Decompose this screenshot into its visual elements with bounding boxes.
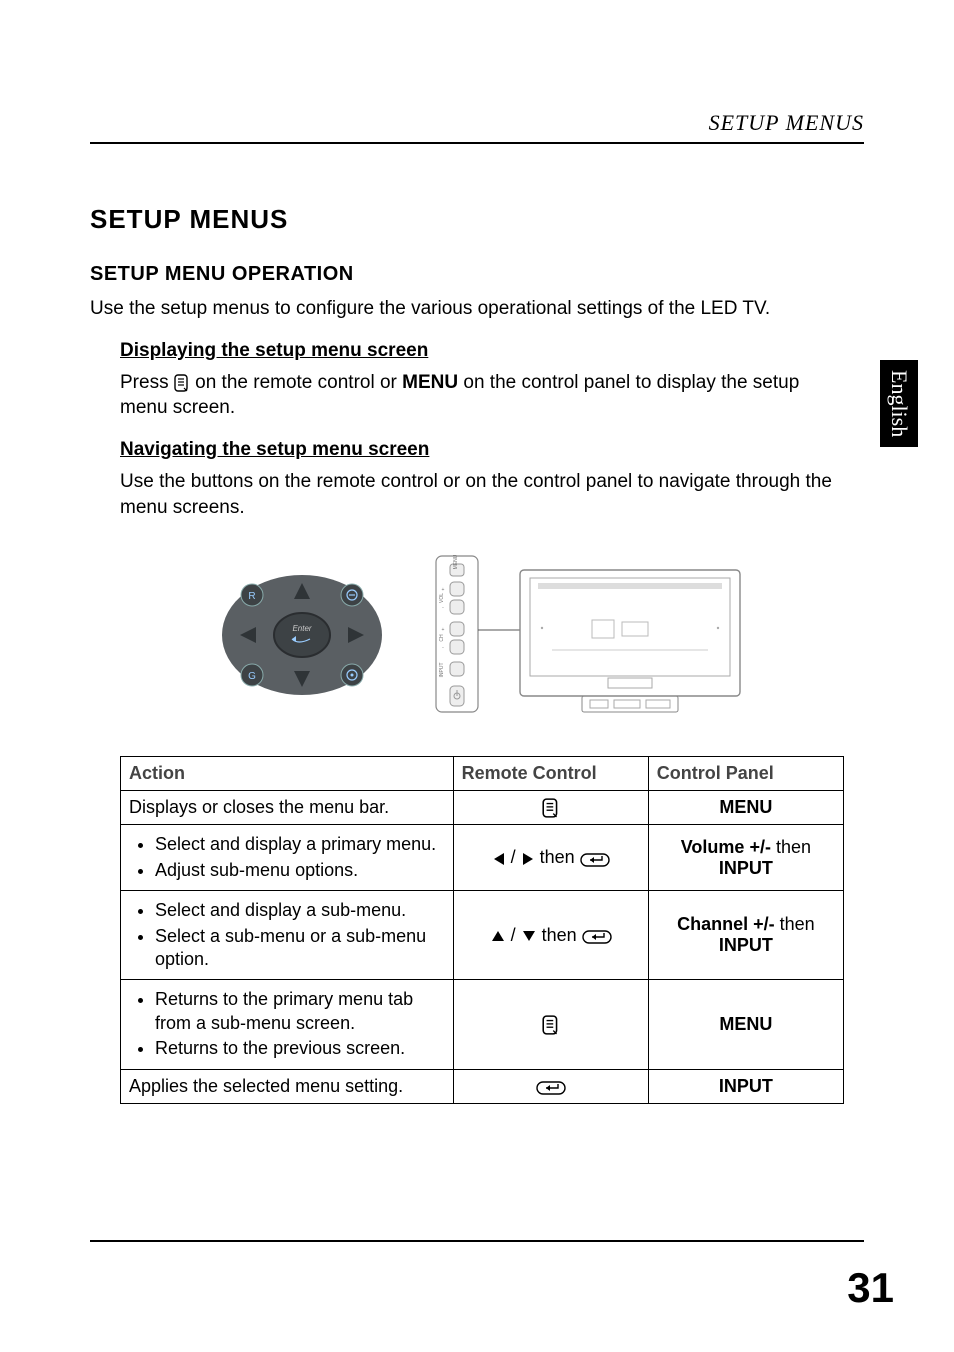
header-rule: [90, 142, 864, 144]
action-item: Returns to the primary menu tab from a s…: [155, 988, 439, 1035]
remote-cell: [453, 980, 648, 1069]
illustration-row: Enter R G: [120, 550, 844, 720]
footer-rule: [90, 1240, 864, 1242]
svg-text:+: +: [442, 627, 445, 633]
svg-text:Enter: Enter: [292, 624, 311, 633]
svg-text:G: G: [248, 671, 256, 682]
remote-cell: / then: [453, 891, 648, 980]
action-item: Returns to the previous screen.: [155, 1037, 439, 1060]
step2-heading: Navigating the setup menu screen: [120, 439, 844, 461]
th-action: Action: [121, 757, 454, 791]
action-cell: Returns to the primary menu tab from a s…: [121, 980, 454, 1069]
th-panel: Control Panel: [648, 757, 843, 791]
enter-icon: [582, 925, 612, 945]
panel-cell: Volume +/- then INPUT: [648, 825, 843, 891]
enter-icon: [580, 847, 610, 867]
svg-text:INPUT: INPUT: [439, 663, 445, 678]
enter-icon: [536, 1076, 566, 1096]
svg-text:CH: CH: [439, 634, 445, 642]
control-panel-illustration: MENU + VOL - + CH - INPUT: [432, 550, 752, 720]
action-cell: Displays or closes the menu bar.: [121, 791, 454, 825]
svg-text:VOL: VOL: [439, 593, 445, 603]
svg-text:MENU: MENU: [453, 554, 459, 569]
panel-cell: MENU: [648, 791, 843, 825]
action-cell: Select and display a primary menu. Adjust…: [121, 825, 454, 891]
action-item: Adjust sub-menu options.: [155, 859, 439, 882]
section-subtitle: SETUP MENU OPERATION: [90, 263, 844, 286]
action-item: Select a sub-menu or a sub-menu option.: [155, 925, 439, 972]
page-number: 31: [847, 1264, 894, 1312]
section-title: SETUP MENUS: [90, 204, 844, 235]
table-row: Displays or closes the menu bar. MENU: [121, 791, 844, 825]
arrow-right-icon: [521, 847, 535, 867]
arrow-down-icon: [521, 925, 537, 945]
panel-cell: MENU: [648, 980, 843, 1069]
step1-menu-word: MENU: [402, 372, 458, 393]
step2-text: Use the buttons on the remote control or…: [120, 469, 844, 520]
arrow-up-icon: [490, 925, 506, 945]
action-item: Select and display a sub-menu.: [155, 899, 439, 922]
svg-text:-: -: [442, 605, 444, 611]
running-header: SETUP MENUS: [90, 110, 864, 136]
operations-table: Action Remote Control Control Panel Disp…: [120, 756, 844, 1103]
table-row: Applies the selected menu setting. INPUT: [121, 1069, 844, 1103]
remote-cell: [453, 791, 648, 825]
intro-paragraph: Use the setup menus to configure the var…: [90, 296, 844, 322]
step1-pre: Press: [120, 372, 174, 393]
action-item: Select and display a primary menu.: [155, 833, 439, 856]
step1-text: Press on the remote control or MENU on t…: [120, 370, 844, 421]
svg-text:+: +: [442, 587, 445, 593]
arrow-left-icon: [492, 847, 506, 867]
panel-cell: Channel +/- then INPUT: [648, 891, 843, 980]
action-cell: Applies the selected menu setting.: [121, 1069, 454, 1103]
step1-heading: Displaying the setup menu screen: [120, 340, 844, 362]
table-row: Select and display a primary menu. Adjust…: [121, 825, 844, 891]
svg-text:R: R: [248, 591, 255, 602]
table-row: Select and display a sub-menu. Select a s…: [121, 891, 844, 980]
language-tab: English: [880, 360, 918, 447]
svg-text:-: -: [442, 645, 444, 651]
table-row: Returns to the primary menu tab from a s…: [121, 980, 844, 1069]
remote-cell: / then: [453, 825, 648, 891]
menu-icon: [542, 1014, 560, 1034]
step1-mid: on the remote control or: [195, 372, 402, 393]
panel-cell: INPUT: [648, 1069, 843, 1103]
action-cell: Select and display a sub-menu. Select a s…: [121, 891, 454, 980]
menu-icon: [174, 374, 190, 392]
remote-cell: [453, 1069, 648, 1103]
menu-icon: [542, 797, 560, 817]
th-remote: Remote Control: [453, 757, 648, 791]
remote-dpad-illustration: Enter R G: [212, 565, 392, 705]
